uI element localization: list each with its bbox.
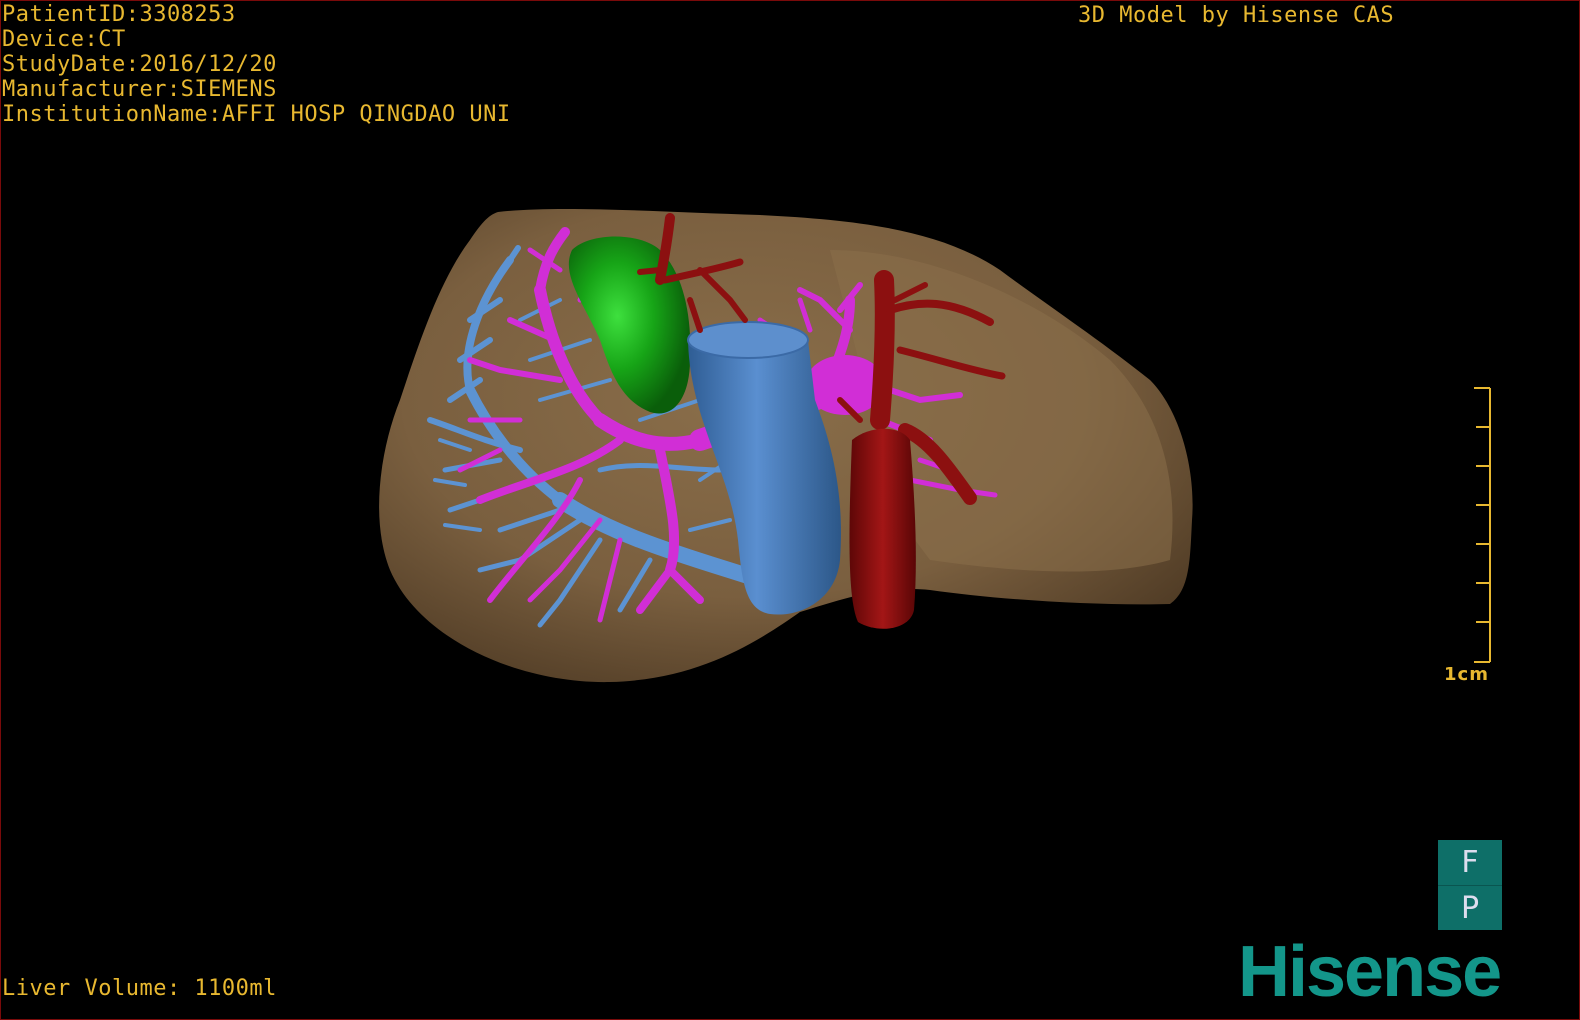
study-date-label: StudyDate:2016/12/20 bbox=[2, 52, 277, 77]
manufacturer-label: Manufacturer:SIEMENS bbox=[2, 77, 277, 102]
liver-volume-label: Liver Volume: 1100ml bbox=[2, 976, 277, 1001]
device-label: Device:CT bbox=[2, 27, 126, 52]
patient-id-label: PatientID:3308253 bbox=[2, 2, 236, 27]
hisense-logo: Hisense bbox=[1238, 932, 1502, 1012]
ivc-opening bbox=[687, 321, 809, 359]
scale-bar bbox=[1474, 387, 1491, 663]
scale-bar-label: 1cm bbox=[1444, 664, 1489, 685]
orientation-front-label: F bbox=[1461, 845, 1479, 880]
aorta-model bbox=[849, 428, 916, 629]
3d-model-viewport[interactable] bbox=[0, 0, 1580, 1020]
orientation-indicator[interactable]: F P bbox=[1438, 840, 1502, 930]
dicom-info-overlay: PatientID:3308253 Device:CT StudyDate:20… bbox=[2, 2, 511, 127]
institution-label: InstitutionName:AFFI HOSP QINGDAO UNI bbox=[2, 102, 511, 127]
model-credit: 3D Model by Hisense CAS bbox=[1078, 3, 1395, 28]
orientation-posterior-label: P bbox=[1438, 885, 1502, 931]
